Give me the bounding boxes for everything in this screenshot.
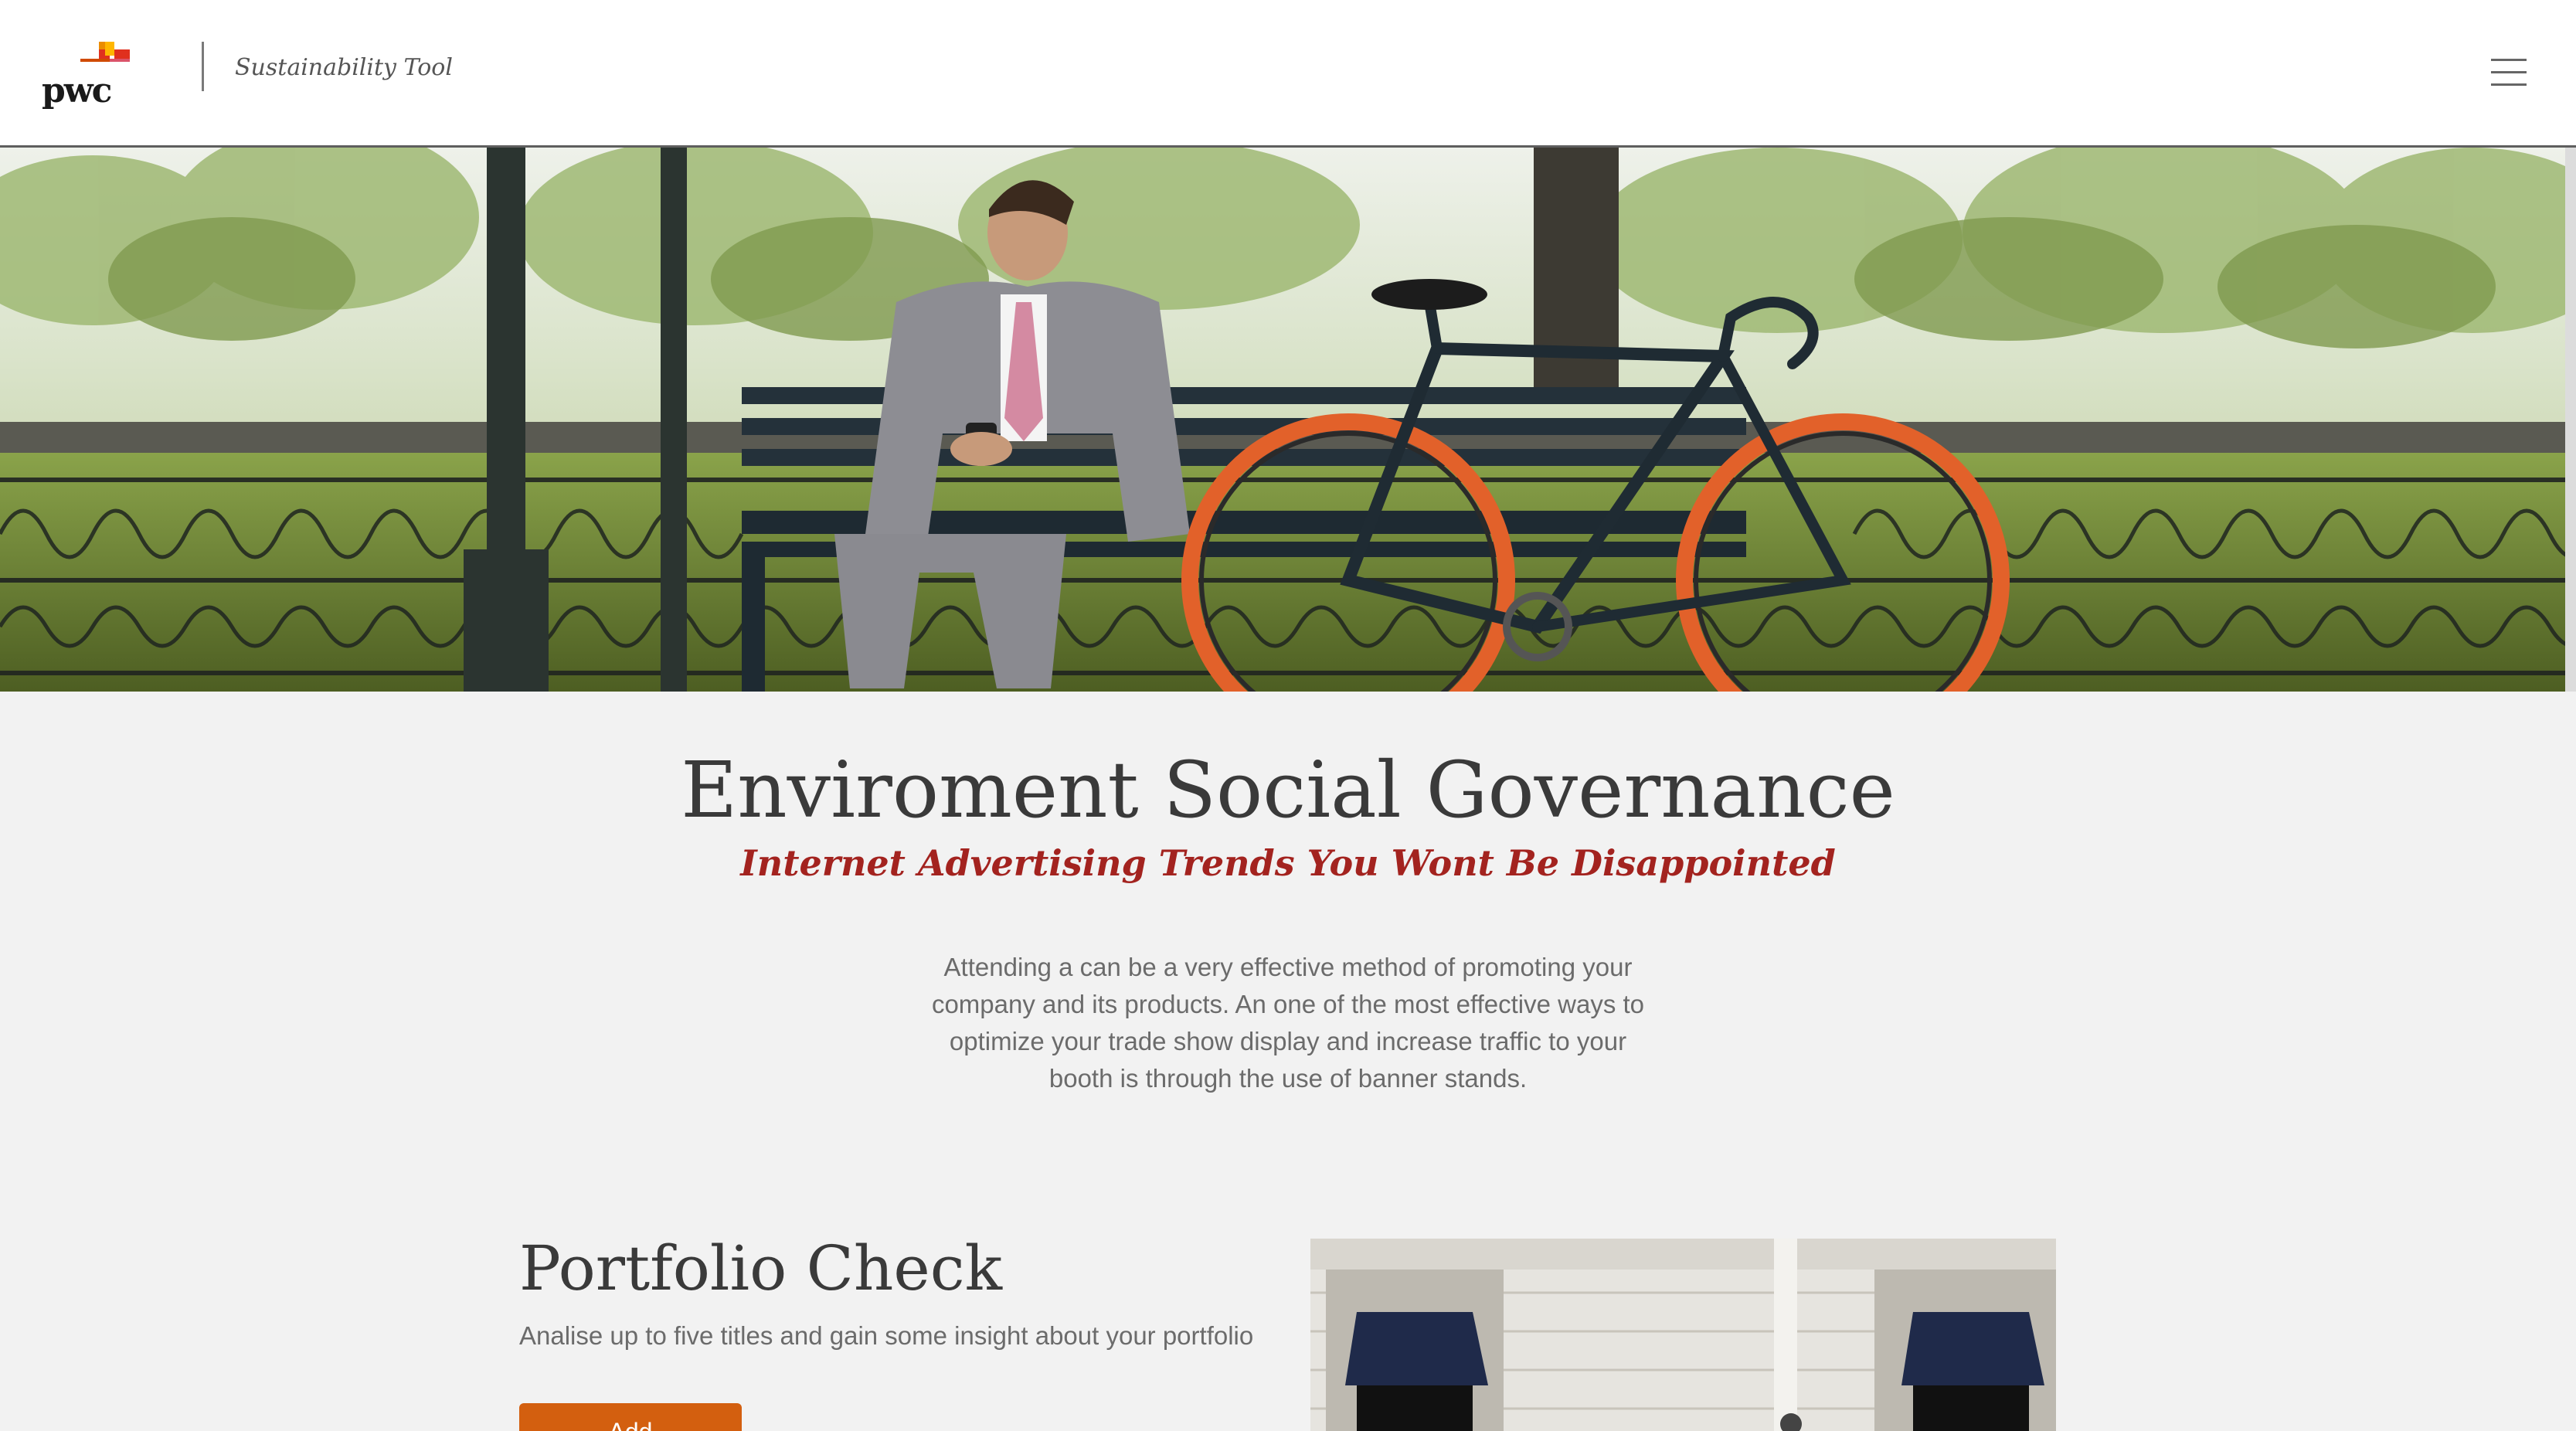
page-title: Enviroment Social Governance [681, 745, 1895, 835]
header-divider [202, 42, 204, 91]
top-header: pwc Sustainability Tool [0, 0, 2576, 148]
pwc-logo[interactable]: pwc [40, 39, 133, 112]
page: pwc Sustainability Tool Enviroment Socia… [0, 0, 2576, 1431]
intro-paragraph: Attending a can be a very effective meth… [931, 953, 1645, 1093]
page-subtitle: Internet Advertising Trends You Wont Be … [740, 842, 1836, 884]
building-facade-photo [1310, 1239, 2056, 1431]
portfolio-description: Analise up to five titles and gain some … [519, 1321, 1254, 1350]
man-on-bench-with-bicycle-photo [0, 148, 2576, 692]
hamburger-menu-icon[interactable] [2491, 56, 2531, 90]
hero-image [0, 148, 2576, 692]
logo-wordmark: pwc [42, 71, 112, 110]
app-title: Sustainability Tool [235, 54, 453, 81]
portfolio-image [1310, 1239, 2056, 1431]
add-button[interactable]: Add [519, 1403, 742, 1431]
portfolio-title: Portfolio Check [519, 1232, 1003, 1304]
